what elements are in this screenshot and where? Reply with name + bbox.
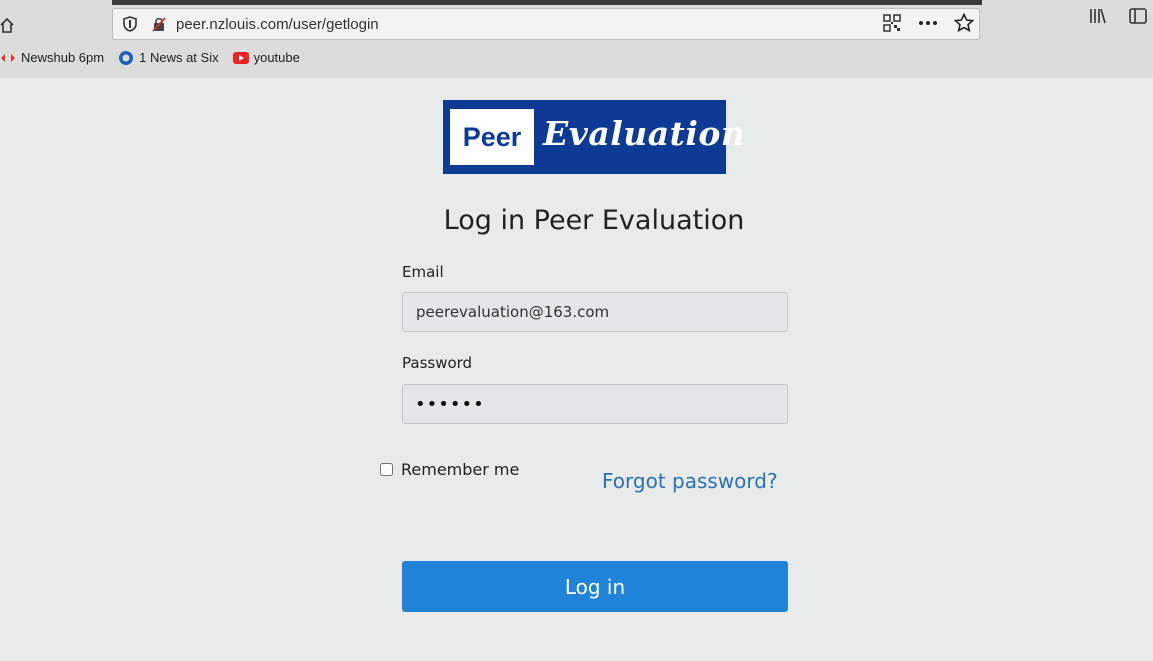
bookmark-newshub[interactable]: Newshub 6pm: [0, 50, 104, 65]
youtube-icon: [232, 51, 249, 65]
remember-me[interactable]: Remember me: [380, 460, 519, 479]
login-button[interactable]: Log in: [402, 561, 788, 612]
tab-strip-edge: [112, 0, 982, 5]
remember-me-checkbox[interactable]: [380, 463, 393, 476]
password-field[interactable]: [402, 384, 788, 424]
more-options-icon[interactable]: [917, 12, 939, 34]
email-field[interactable]: [402, 292, 788, 332]
shield-icon[interactable]: [123, 16, 137, 32]
toolbar-right: [1087, 5, 1149, 27]
bookmark-label: Newshub 6pm: [21, 50, 105, 65]
bookmarks-bar: Newshub 6pm 1 News at Six youtube: [0, 50, 300, 65]
peer-evaluation-logo: Peer Evaluation: [443, 100, 745, 174]
browser-toolbar: peer.nzlouis.com/user/getlogin Newshub 6…: [0, 0, 1153, 78]
bookmark-label: 1 News at Six: [139, 50, 219, 65]
url-text[interactable]: peer.nzlouis.com/user/getlogin: [176, 16, 379, 33]
qr-code-icon[interactable]: [881, 12, 903, 34]
tvnz-icon: [118, 50, 134, 65]
page-title: Log in Peer Evaluation: [443, 205, 745, 236]
bookmark-youtube[interactable]: youtube: [232, 50, 300, 65]
email-label: Email: [402, 263, 444, 281]
password-label: Password: [402, 354, 473, 372]
library-icon[interactable]: [1087, 5, 1109, 27]
bookmark-1-news[interactable]: 1 News at Six: [118, 50, 219, 65]
address-bar[interactable]: peer.nzlouis.com/user/getlogin: [112, 8, 980, 40]
forgot-password-link[interactable]: Forgot password?: [602, 469, 778, 493]
bookmark-label: youtube: [253, 50, 300, 65]
sidebar-icon[interactable]: [1127, 5, 1149, 27]
logo-evaluation-text: Evaluation: [543, 114, 746, 153]
bookmark-star-icon[interactable]: [953, 12, 975, 34]
logo-peer-text: Peer: [450, 109, 534, 165]
home-icon[interactable]: [0, 16, 14, 36]
remember-me-label: Remember me: [401, 460, 520, 479]
url-actions: [881, 12, 975, 34]
insecure-lock-icon[interactable]: [151, 16, 167, 32]
newshub-icon: [0, 51, 16, 65]
